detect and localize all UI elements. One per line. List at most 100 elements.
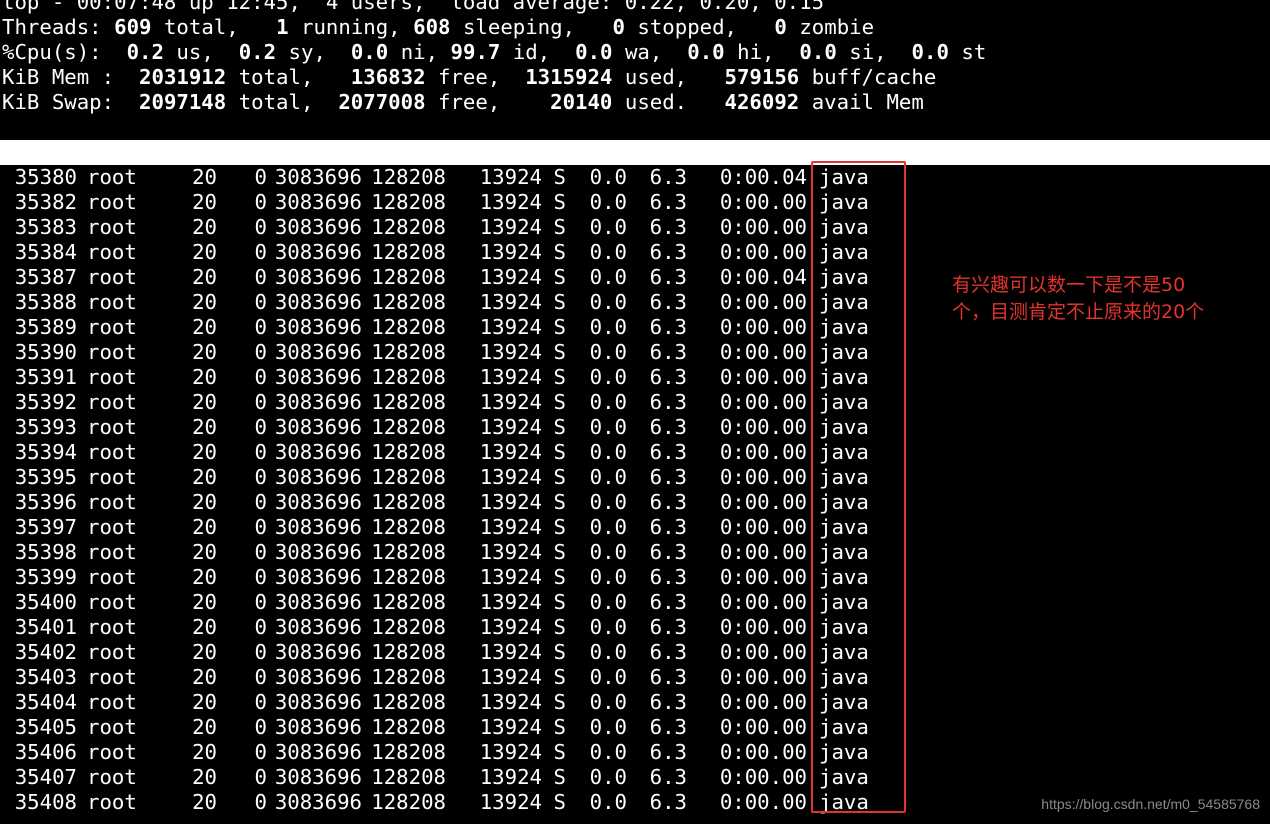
cell-time: 0:00.00 bbox=[719, 390, 807, 414]
cell-shr: 13924 bbox=[479, 490, 542, 514]
cell-user: root bbox=[87, 715, 137, 739]
cell-time: 0:00.04 bbox=[719, 265, 807, 289]
cell-user: root bbox=[87, 765, 137, 789]
cell-mem: 6.3 bbox=[649, 315, 687, 339]
cell-state: S bbox=[553, 290, 566, 314]
cpu-hi: 0.0 bbox=[687, 40, 725, 64]
cell-time: 0:00.00 bbox=[719, 290, 807, 314]
cell-res: 128208 bbox=[371, 290, 446, 314]
swap-avail-label: avail Mem bbox=[811, 90, 924, 114]
cell-res: 128208 bbox=[371, 540, 446, 564]
cell-cpu: 0.0 bbox=[589, 690, 627, 714]
cell-virt: 3083696 bbox=[274, 490, 362, 514]
cell-virt: 3083696 bbox=[274, 715, 362, 739]
process-row: 35391 root 20 0 3083696 128208 13924 S 0.0 6.3 0:0… bbox=[2, 365, 1262, 390]
cell-ni: 0 bbox=[254, 765, 267, 789]
cell-pr: 20 bbox=[192, 440, 217, 464]
cell-virt: 3083696 bbox=[274, 590, 362, 614]
cpu-hi-label: hi, bbox=[737, 40, 775, 64]
cell-state: S bbox=[553, 540, 566, 564]
cell-cpu: 0.0 bbox=[589, 240, 627, 264]
cell-pid: 35393 bbox=[14, 415, 77, 439]
process-table-header: PID USER PR NI VIRT RES SHR S %CPU %MEM TIME+ COMMA… bbox=[0, 140, 1270, 189]
process-row: 35404 root 20 0 3083696 128208 13924 S 0.0 6.3 0:0… bbox=[2, 690, 1262, 715]
mem-total: 2031912 bbox=[139, 65, 227, 89]
cell-virt: 3083696 bbox=[274, 515, 362, 539]
cell-pid: 35400 bbox=[14, 590, 77, 614]
cell-state: S bbox=[553, 415, 566, 439]
mem-label: KiB Mem : bbox=[2, 65, 115, 89]
swap-used-label: used. bbox=[624, 90, 688, 114]
cell-cpu: 0.0 bbox=[589, 790, 627, 814]
cell-pr: 20 bbox=[192, 765, 217, 789]
cell-ni: 0 bbox=[254, 665, 267, 689]
cell-ni: 0 bbox=[254, 790, 267, 814]
cell-mem: 6.3 bbox=[649, 215, 687, 239]
cell-user: root bbox=[87, 165, 137, 189]
cell-mem: 6.3 bbox=[649, 740, 687, 764]
cell-pid: 35389 bbox=[14, 315, 77, 339]
cell-time: 0:00.00 bbox=[719, 790, 807, 814]
cell-cpu: 0.0 bbox=[589, 190, 627, 214]
cell-pr: 20 bbox=[192, 515, 217, 539]
cell-time: 0:00.00 bbox=[719, 690, 807, 714]
cell-shr: 13924 bbox=[479, 440, 542, 464]
cell-cpu: 0.0 bbox=[589, 215, 627, 239]
cell-shr: 13924 bbox=[479, 240, 542, 264]
mem-line: KiB Mem : 2031912 total, 136832 free, 13… bbox=[2, 65, 1262, 90]
threads-total-label: total, bbox=[163, 15, 239, 39]
cell-cpu: 0.0 bbox=[589, 265, 627, 289]
cpu-wa: 0.0 bbox=[575, 40, 613, 64]
process-row: 35399 root 20 0 3083696 128208 13924 S 0.0 6.3 0:0… bbox=[2, 565, 1262, 590]
cell-shr: 13924 bbox=[479, 540, 542, 564]
process-row: 35380 root 20 0 3083696 128208 13924 S 0.0 6.3 0:0… bbox=[2, 165, 1262, 190]
cell-mem: 6.3 bbox=[649, 265, 687, 289]
cell-state: S bbox=[553, 315, 566, 339]
cell-cpu: 0.0 bbox=[589, 315, 627, 339]
cell-user: root bbox=[87, 465, 137, 489]
threads-line: Threads: 609 total, 1 running, 608 sleep… bbox=[2, 15, 1262, 40]
cell-pid: 35387 bbox=[14, 265, 77, 289]
swap-line: KiB Swap: 2097148 total, 2077008 free, 2… bbox=[2, 90, 1262, 115]
cell-shr: 13924 bbox=[479, 315, 542, 339]
cell-user: root bbox=[87, 515, 137, 539]
process-table-body: 35380 root 20 0 3083696 128208 13924 S 0.0 6.3 0:0… bbox=[2, 165, 1262, 815]
cell-time: 0:00.00 bbox=[719, 490, 807, 514]
cell-virt: 3083696 bbox=[274, 640, 362, 664]
cell-ni: 0 bbox=[254, 365, 267, 389]
cell-pr: 20 bbox=[192, 415, 217, 439]
mem-used-label: used, bbox=[624, 65, 688, 89]
cell-shr: 13924 bbox=[479, 340, 542, 364]
cell-ni: 0 bbox=[254, 340, 267, 364]
cell-pr: 20 bbox=[192, 365, 217, 389]
cell-mem: 6.3 bbox=[649, 390, 687, 414]
process-row: 35392 root 20 0 3083696 128208 13924 S 0.0 6.3 0:0… bbox=[2, 390, 1262, 415]
cell-mem: 6.3 bbox=[649, 465, 687, 489]
cell-state: S bbox=[553, 665, 566, 689]
cell-virt: 3083696 bbox=[274, 540, 362, 564]
cell-ni: 0 bbox=[254, 465, 267, 489]
cell-user: root bbox=[87, 190, 137, 214]
annotation-note: 有兴趣可以数一下是不是50 个，目测肯定不止原来的20个 bbox=[952, 274, 1205, 323]
cell-shr: 13924 bbox=[479, 590, 542, 614]
cell-state: S bbox=[553, 365, 566, 389]
cell-pid: 35401 bbox=[14, 615, 77, 639]
cell-res: 128208 bbox=[371, 265, 446, 289]
cell-ni: 0 bbox=[254, 190, 267, 214]
cell-mem: 6.3 bbox=[649, 790, 687, 814]
cell-ni: 0 bbox=[254, 240, 267, 264]
cell-shr: 13924 bbox=[479, 290, 542, 314]
cell-state: S bbox=[553, 490, 566, 514]
cell-res: 128208 bbox=[371, 165, 446, 189]
cpu-si-label: si, bbox=[849, 40, 887, 64]
cell-virt: 3083696 bbox=[274, 215, 362, 239]
cell-cpu: 0.0 bbox=[589, 365, 627, 389]
process-row: 35397 root 20 0 3083696 128208 13924 S 0.0 6.3 0:0… bbox=[2, 515, 1262, 540]
mem-total-label: total, bbox=[238, 65, 314, 89]
threads-label: Threads: bbox=[2, 15, 102, 39]
cell-pr: 20 bbox=[192, 665, 217, 689]
cell-user: root bbox=[87, 740, 137, 764]
cell-res: 128208 bbox=[371, 365, 446, 389]
cell-pr: 20 bbox=[192, 790, 217, 814]
cell-res: 128208 bbox=[371, 440, 446, 464]
